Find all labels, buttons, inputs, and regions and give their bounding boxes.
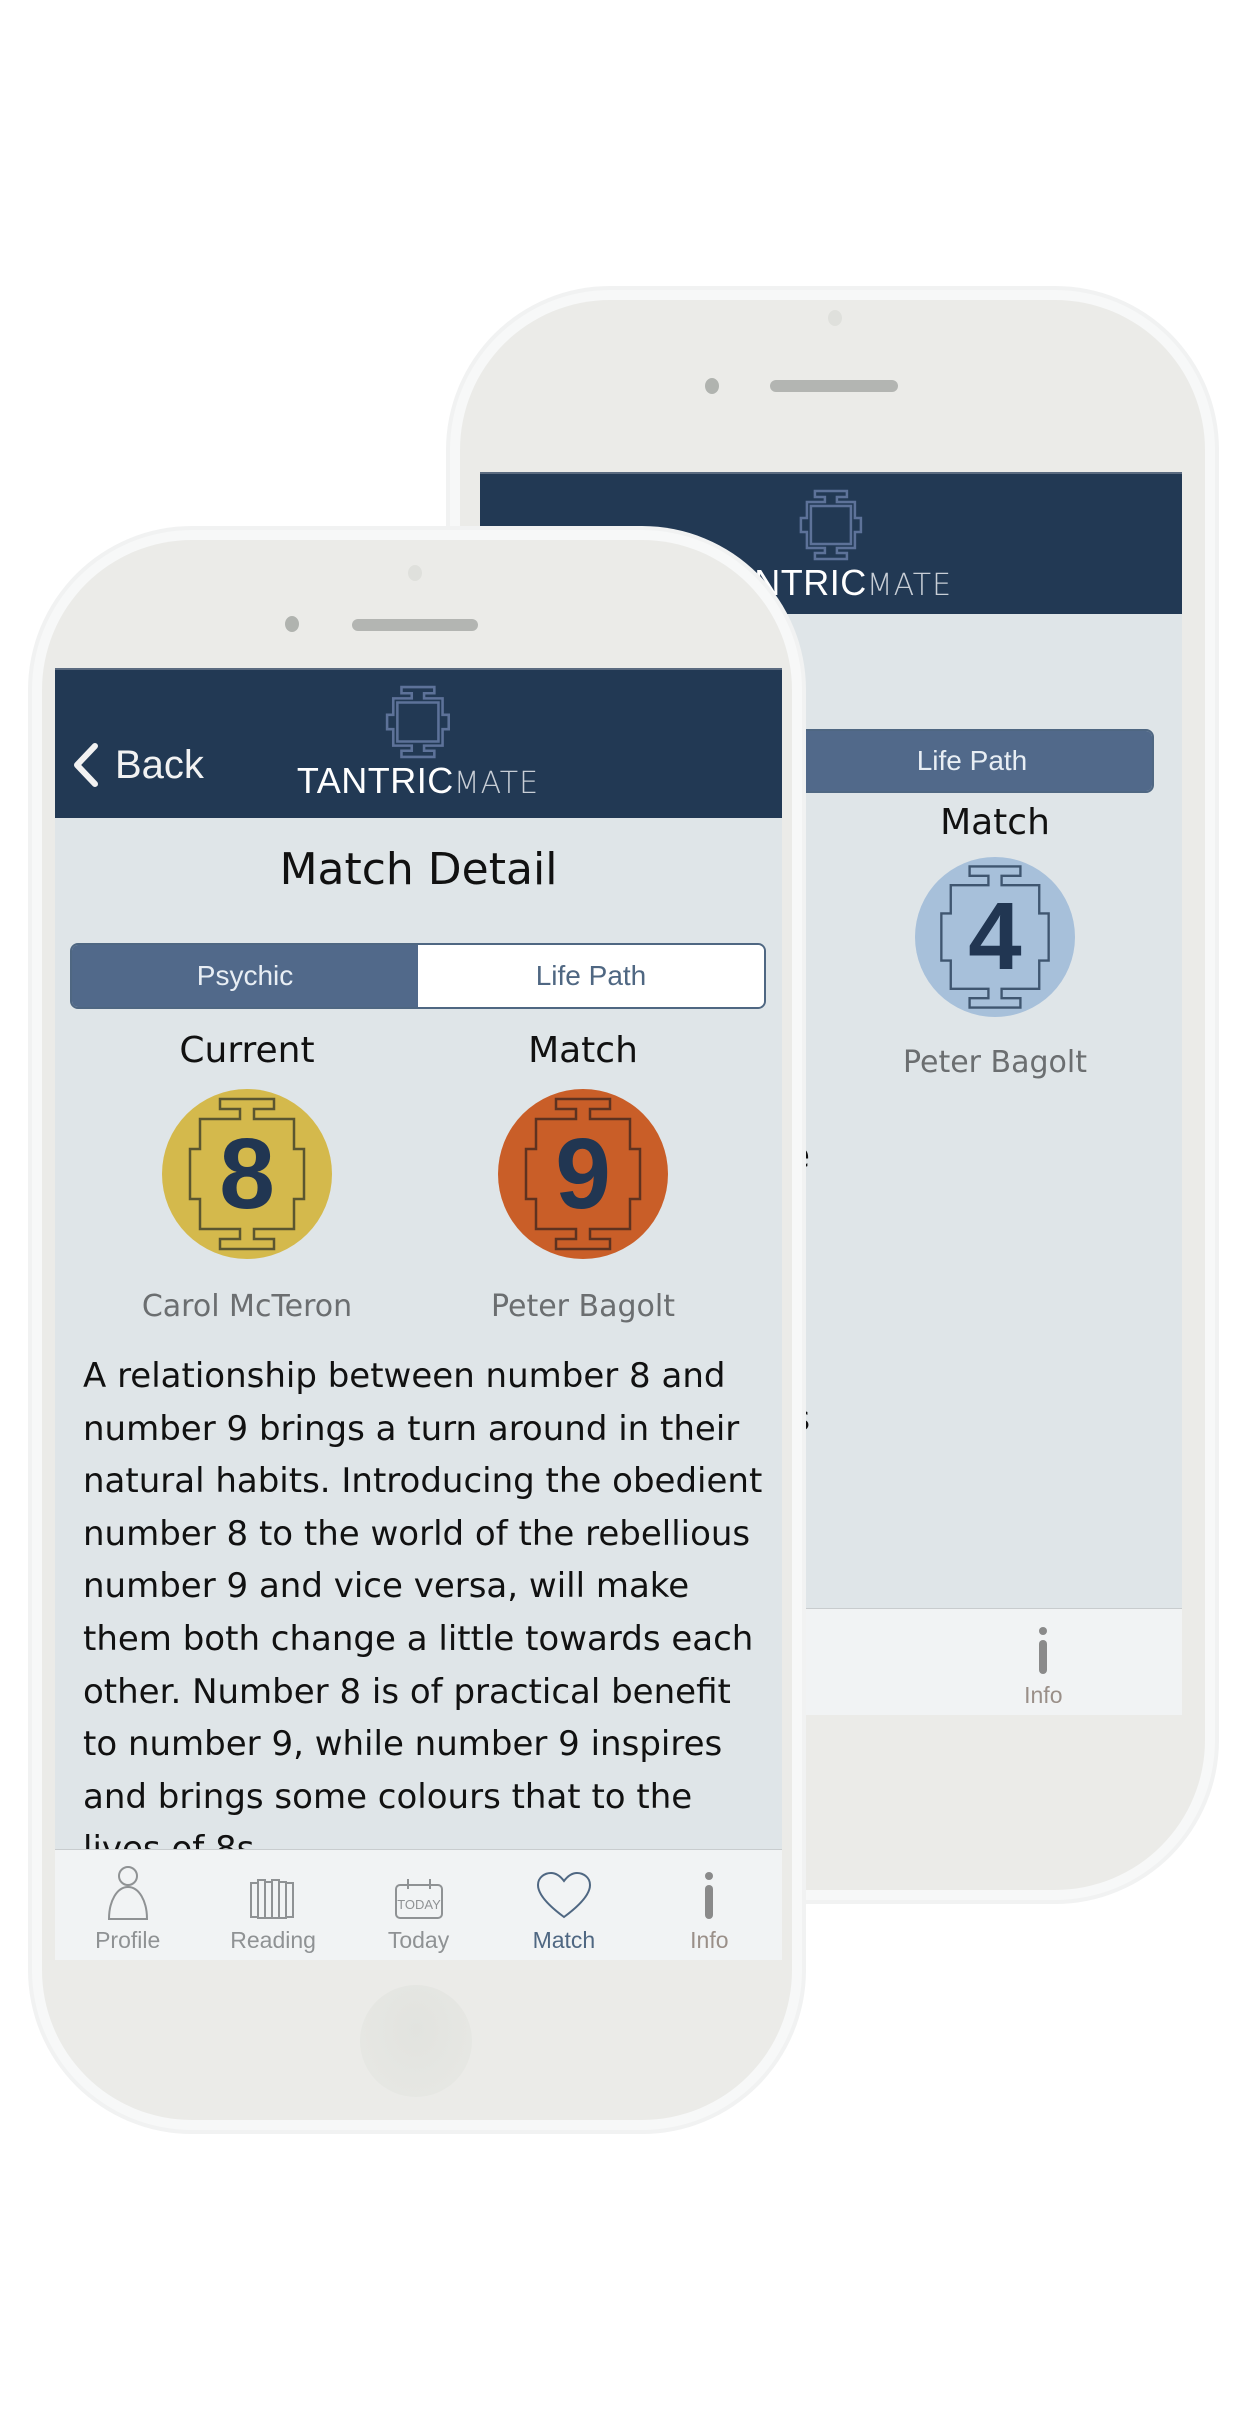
description-text: A relationship between number 8 and numb… xyxy=(83,1356,763,1869)
app-header: Back TANTRICMATE xyxy=(55,668,782,818)
tab-profile[interactable]: Profile xyxy=(55,1850,200,1960)
brand-light: MATE xyxy=(453,766,540,801)
segmented-control: Psychic Life Path xyxy=(70,943,766,1009)
tab-label: Profile xyxy=(95,1927,161,1953)
current-name: Carol McTeron xyxy=(141,1289,353,1324)
segment-psychic[interactable]: Psychic xyxy=(72,945,418,1007)
heart-icon xyxy=(536,1871,591,1919)
page-title: Match Detail xyxy=(279,844,558,895)
brand-light: MATE xyxy=(866,568,953,603)
app-logo: TANTRICMATE xyxy=(297,684,539,802)
info-icon xyxy=(1039,1627,1048,1674)
svg-text:TODAY: TODAY xyxy=(397,1897,441,1912)
front-phone-frame: Back TANTRICMATE Match Detail Psychic Li… xyxy=(42,540,792,2120)
earpiece-speaker xyxy=(352,619,478,631)
front-camera xyxy=(285,616,299,632)
number-badge-4: 4 xyxy=(915,857,1075,1017)
badge-number: 4 xyxy=(968,883,1022,990)
mandala-logo-icon xyxy=(385,685,451,759)
book-icon xyxy=(250,1879,295,1919)
tab-match[interactable]: Match xyxy=(491,1850,636,1960)
match-column: Match 9 Peter Bagolt xyxy=(453,1030,713,1324)
number-badge-8: 8 xyxy=(162,1089,332,1259)
badge-number: 9 xyxy=(555,1118,611,1230)
match-heading: Match xyxy=(940,802,1050,843)
brand-bold: TANTRIC xyxy=(296,760,454,801)
person-icon xyxy=(107,1866,148,1920)
front-sensor xyxy=(408,565,422,581)
front-screen: Back TANTRICMATE Match Detail Psychic Li… xyxy=(55,668,782,1960)
chevron-left-icon xyxy=(74,743,98,787)
tab-reading[interactable]: Reading xyxy=(200,1850,345,1960)
match-heading: Match xyxy=(528,1030,638,1071)
segment-life-path[interactable]: Life Path xyxy=(418,945,764,1007)
match-name: Peter Bagolt xyxy=(490,1289,676,1324)
match-column: Match 4 Peter Bagolt xyxy=(865,802,1125,1080)
tab-info[interactable]: Info xyxy=(905,1609,1182,1715)
back-button[interactable]: Back xyxy=(71,742,204,788)
home-button[interactable] xyxy=(360,1985,472,2097)
match-name: Peter Bagolt xyxy=(902,1045,1088,1080)
badge-number: 8 xyxy=(219,1118,275,1230)
tab-label: Reading xyxy=(230,1927,316,1953)
earpiece-speaker xyxy=(770,380,898,392)
segment-life-path[interactable]: Life Path xyxy=(792,731,1152,791)
tab-info[interactable]: Info xyxy=(637,1850,782,1960)
mandala-logo-icon xyxy=(799,489,863,561)
front-camera xyxy=(705,378,719,394)
back-label: Back xyxy=(115,742,204,787)
number-badge-9: 9 xyxy=(498,1089,668,1259)
info-icon xyxy=(705,1872,714,1919)
tab-bar: Profile Reading TODAY Today Match Info xyxy=(55,1849,782,1960)
current-column: Current 8 Carol McTeron xyxy=(117,1030,377,1324)
calendar-today-icon: TODAY xyxy=(394,1879,443,1919)
tab-today[interactable]: TODAY Today xyxy=(346,1850,491,1960)
tab-label: Match xyxy=(532,1927,596,1953)
tab-label: Today xyxy=(387,1927,450,1953)
tab-label: Info xyxy=(1024,1682,1063,1708)
front-sensor xyxy=(828,310,842,326)
tab-label: Info xyxy=(690,1927,729,1953)
current-heading: Current xyxy=(179,1030,315,1071)
